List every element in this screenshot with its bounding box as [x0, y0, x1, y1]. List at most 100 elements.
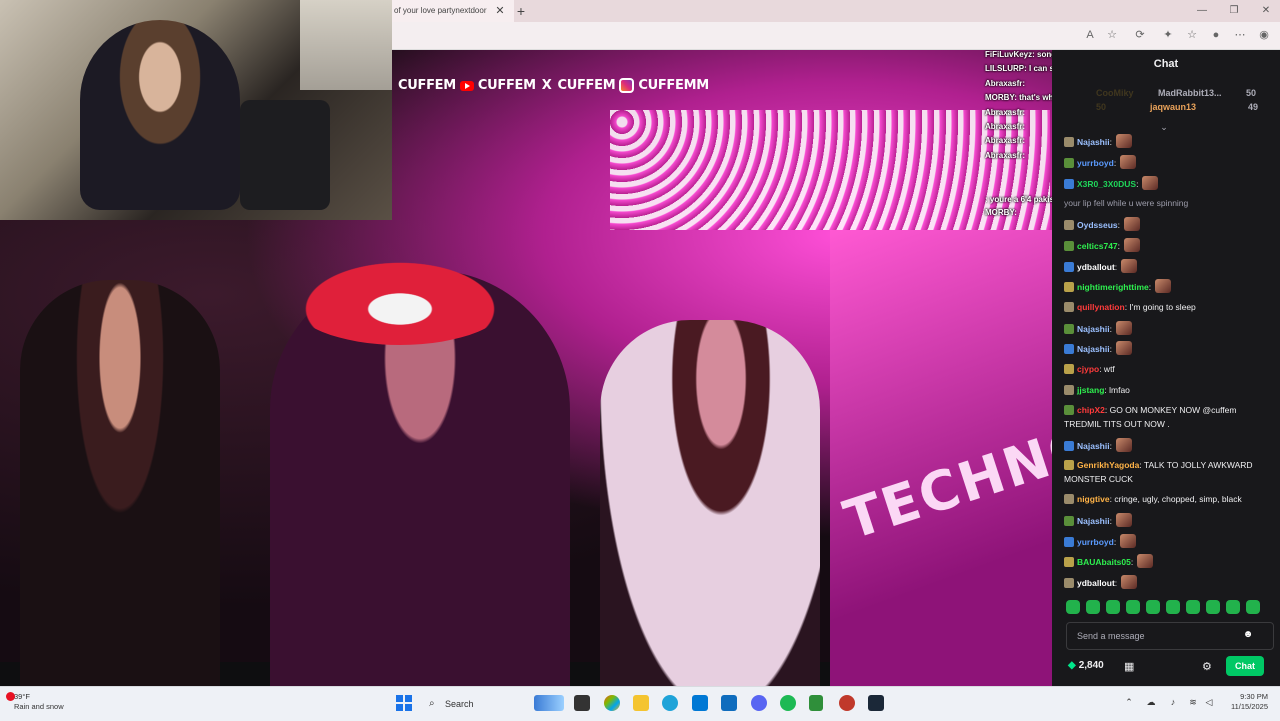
quick-emote-button[interactable] — [1226, 600, 1240, 614]
chat-username[interactable]: ydballout — [1077, 262, 1115, 272]
chat-message: Najashii: — [1064, 513, 1274, 528]
profile-icon[interactable]: ● — [1208, 27, 1224, 43]
quick-emote-button[interactable] — [1126, 600, 1140, 614]
channel-points[interactable]: ◆ 2,840 — [1068, 660, 1104, 671]
led-sign — [610, 110, 1050, 230]
app-icon[interactable] — [809, 695, 823, 711]
maximize-icon[interactable]: ❐ — [1226, 0, 1242, 22]
chat-panel: Chat MadRabbit13... 50 CooMiky 50 jaqwau… — [1052, 50, 1280, 686]
weather-widget[interactable]: 39°F Rain and snow — [14, 692, 64, 712]
handle-4: CUFFEMM — [638, 78, 709, 93]
close-tab-icon[interactable]: ✕ — [494, 0, 506, 22]
search-label: Search — [445, 699, 474, 709]
quick-emote-button[interactable] — [1086, 600, 1100, 614]
spotify-icon[interactable] — [780, 695, 796, 711]
taskbar-clock[interactable]: 9:30 PM 11/15/2025 — [1228, 692, 1268, 712]
start-button[interactable] — [396, 695, 412, 711]
close-window-icon[interactable]: ✕ — [1258, 0, 1274, 22]
chat-badge-icon — [1064, 460, 1074, 470]
extensions-icon[interactable]: ✦ — [1160, 27, 1176, 43]
wifi-icon[interactable]: ≋ — [1186, 697, 1200, 708]
chat-message-text: : — [1117, 220, 1121, 230]
minimize-icon[interactable]: — — [1194, 0, 1210, 22]
browser-tab[interactable]: of your love partynextdoor ✕ — [392, 0, 514, 22]
copilot-app-icon[interactable] — [604, 695, 620, 711]
handle-2: CUFFEM — [477, 78, 536, 93]
collections-icon[interactable]: ☆ — [1184, 27, 1200, 43]
chat-username[interactable]: X3R0_3X0DUS — [1077, 179, 1136, 189]
quick-emote-button[interactable] — [1106, 600, 1120, 614]
chat-username[interactable]: BAUAbaits05 — [1077, 557, 1131, 567]
tray-chevron-icon[interactable]: ⌃ — [1122, 697, 1136, 708]
chat-message-text: : wtf — [1099, 364, 1115, 374]
overlay-chat-line: FiFiLuvKeyz: song — [985, 50, 1056, 59]
leaderboard-name[interactable]: MadRabbit13... — [1158, 88, 1222, 98]
chat-message-text: : — [1130, 557, 1134, 567]
quick-emote-button[interactable] — [1146, 600, 1160, 614]
overlay-chat-user: LILSLURP — [985, 64, 1025, 73]
chat-username[interactable]: Najashii — [1077, 324, 1110, 334]
quick-emote-button[interactable] — [1066, 600, 1080, 614]
read-aloud-icon[interactable]: A — [1082, 27, 1098, 43]
quick-emote-button[interactable] — [1166, 600, 1180, 614]
chat-username[interactable]: GenrikhYagoda — [1077, 460, 1139, 470]
edge-icon[interactable] — [662, 695, 678, 711]
youtube-icon — [459, 80, 474, 91]
chat-username[interactable]: yurrboyd — [1077, 158, 1114, 168]
quick-emote-button[interactable] — [1246, 600, 1260, 614]
gear-icon[interactable]: ⚙ — [1202, 660, 1212, 673]
leaderboard-name[interactable]: jaqwaun13 — [1150, 102, 1196, 112]
browser-toolbar: A ☆ ⟳ ✦ ☆ ● ⋯ ◉ — [392, 22, 1280, 50]
emote-picker-icon[interactable]: ☻ — [1242, 629, 1254, 641]
discord-icon[interactable] — [751, 695, 767, 711]
chat-username[interactable]: chipX2 — [1077, 405, 1105, 415]
store-icon[interactable] — [692, 695, 708, 711]
chat-username[interactable]: yurrboyd — [1077, 537, 1114, 547]
chat-username[interactable]: quillynation — [1077, 302, 1125, 312]
chevron-down-icon[interactable]: ⌄ — [1158, 122, 1170, 132]
volume-icon[interactable]: ◁ — [1202, 697, 1216, 708]
cloud-icon[interactable]: ☁ — [1144, 697, 1158, 708]
chat-message-text: : — [1148, 282, 1152, 292]
chat-username[interactable]: Najashii — [1077, 137, 1110, 147]
steam-icon[interactable] — [868, 695, 884, 711]
handle-separator: X — [541, 78, 552, 93]
microphone-icon[interactable]: ♪ — [1166, 697, 1180, 707]
chat-message: GenrikhYagoda: TALK TO JOLLY AWKWARD MON… — [1064, 458, 1274, 486]
more-menu-icon[interactable]: ⋯ — [1232, 27, 1248, 43]
person-left — [20, 280, 220, 712]
chat-emote — [1120, 155, 1137, 169]
chat-badge-icon — [1064, 220, 1074, 230]
chat-send-button[interactable]: Chat — [1226, 656, 1264, 676]
favorite-star-icon[interactable]: ☆ — [1104, 27, 1120, 43]
chat-message: celtics747: — [1064, 238, 1274, 253]
chat-badge-icon — [1064, 578, 1074, 588]
file-explorer-icon[interactable] — [633, 695, 649, 711]
quick-emote-button[interactable] — [1206, 600, 1220, 614]
chat-username[interactable]: celtics747 — [1077, 241, 1118, 251]
chat-username[interactable]: nightimerighttime — [1077, 282, 1149, 292]
widgets-icon[interactable] — [534, 695, 564, 711]
gift-icon[interactable]: ▦ — [1124, 660, 1134, 673]
chat-username[interactable]: Najashii — [1077, 344, 1110, 354]
chat-message-text: : cringe, ugly, chopped, simp, black — [1109, 494, 1242, 504]
outlook-icon[interactable] — [721, 695, 737, 711]
chat-username[interactable]: jjstang — [1077, 385, 1104, 395]
copilot-icon[interactable]: ◉ — [1256, 27, 1272, 43]
person-right — [600, 320, 820, 712]
obs-icon[interactable] — [839, 695, 855, 711]
new-tab-button[interactable]: + — [514, 0, 528, 22]
chat-username[interactable]: Najashii — [1077, 516, 1110, 526]
quick-emote-button[interactable] — [1186, 600, 1200, 614]
chat-message: Najashii: — [1064, 341, 1274, 356]
chat-username[interactable]: Oydsseus — [1077, 220, 1118, 230]
refresh-icon[interactable]: ⟳ — [1132, 27, 1148, 43]
chat-message-text: : — [1109, 137, 1112, 147]
task-view-icon[interactable] — [574, 695, 590, 711]
chat-username[interactable]: cjypo — [1077, 364, 1099, 374]
chat-message: yurrboyd: — [1064, 534, 1274, 549]
chat-username[interactable]: Najashii — [1077, 441, 1110, 451]
clock-time: 9:30 PM — [1240, 692, 1268, 701]
chat-username[interactable]: niggtive — [1077, 494, 1110, 504]
chat-username[interactable]: ydballout — [1077, 578, 1115, 588]
